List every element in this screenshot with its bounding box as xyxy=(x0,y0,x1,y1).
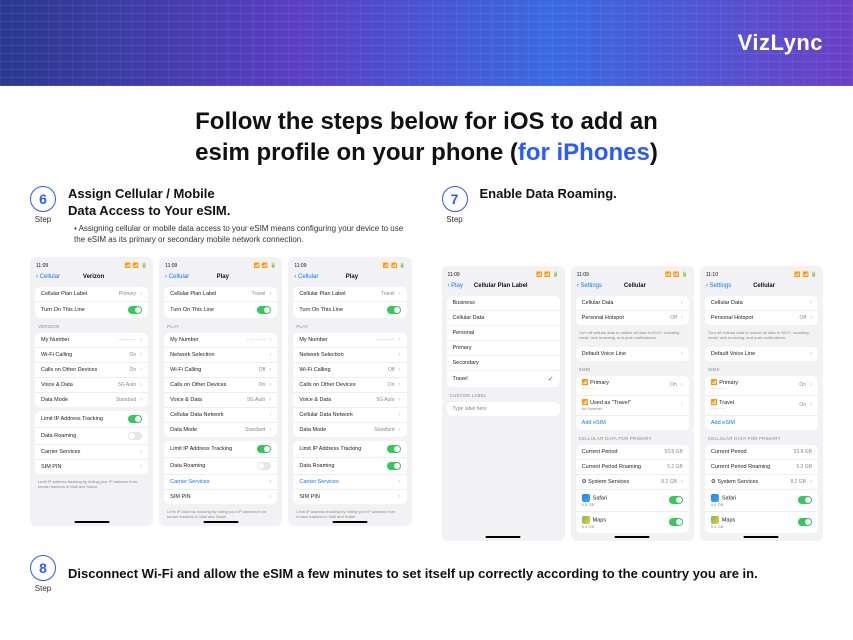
step8: 8 Step Disconnect Wi-Fi and allow the eS… xyxy=(0,541,853,593)
step7-shots: 11:09📶📶🔋 ‹ PlayCellular Plan Label Busin… xyxy=(442,266,824,541)
step7-badge: 7 xyxy=(442,186,468,212)
step-label: Step xyxy=(35,215,51,224)
title-line1: Follow the steps below for iOS to add an xyxy=(0,106,853,137)
step6-title: Assign Cellular / Mobile Data Access to … xyxy=(68,186,412,220)
title-line2: esim profile on your phone (for iPhones) xyxy=(0,137,853,168)
step6-shot2: 11:09📶📶🔋 ‹ CellularPlay Cellular Plan La… xyxy=(159,257,282,526)
check-icon: ✓ xyxy=(548,375,554,383)
step6-badge: 6 xyxy=(30,186,56,212)
step7: 7 Step Enable Data Roaming. 11:09📶📶🔋 ‹ P… xyxy=(442,186,824,541)
signal-icon: 📶 xyxy=(124,263,130,269)
safari-icon xyxy=(582,494,590,502)
home-indicator xyxy=(74,521,109,523)
step6-shot1: 11:09📶📶🔋 ‹ CellularVerizon Cellular Plan… xyxy=(30,257,153,526)
step7-title: Enable Data Roaming. xyxy=(480,186,617,203)
brand-logo: VizLync xyxy=(738,30,823,56)
page-title: Follow the steps below for iOS to add an… xyxy=(0,106,853,168)
battery-icon: 🔋 xyxy=(141,263,147,269)
step8-badge: 8 xyxy=(30,555,56,581)
step6-desc: Assigning cellular or mobile data access… xyxy=(68,224,412,245)
maps-icon xyxy=(582,516,590,524)
step7-shot2: 11:09📶📶🔋 ‹ SettingsCellular Cellular Dat… xyxy=(571,266,694,541)
step7-shot1: 11:09📶📶🔋 ‹ PlayCellular Plan Label Busin… xyxy=(442,266,565,541)
step8-title: Disconnect Wi-Fi and allow the eSIM a fe… xyxy=(68,566,758,583)
step6-shot3: 11:09📶📶🔋 ‹ CellularPlay Cellular Plan La… xyxy=(288,257,411,526)
step7-shot3: 11:10📶📶🔋 ‹ SettingsCellular Cellular Dat… xyxy=(700,266,823,541)
step6: 6 Step Assign Cellular / Mobile Data Acc… xyxy=(30,186,412,541)
toggle-on[interactable] xyxy=(128,306,142,314)
hero-banner: VizLync xyxy=(0,0,853,86)
steps-row: 6 Step Assign Cellular / Mobile Data Acc… xyxy=(0,186,853,541)
step6-shots: 11:09📶📶🔋 ‹ CellularVerizon Cellular Plan… xyxy=(30,257,412,526)
wifi-icon: 📶 xyxy=(133,263,139,269)
back-button[interactable]: ‹ Cellular xyxy=(36,274,60,280)
